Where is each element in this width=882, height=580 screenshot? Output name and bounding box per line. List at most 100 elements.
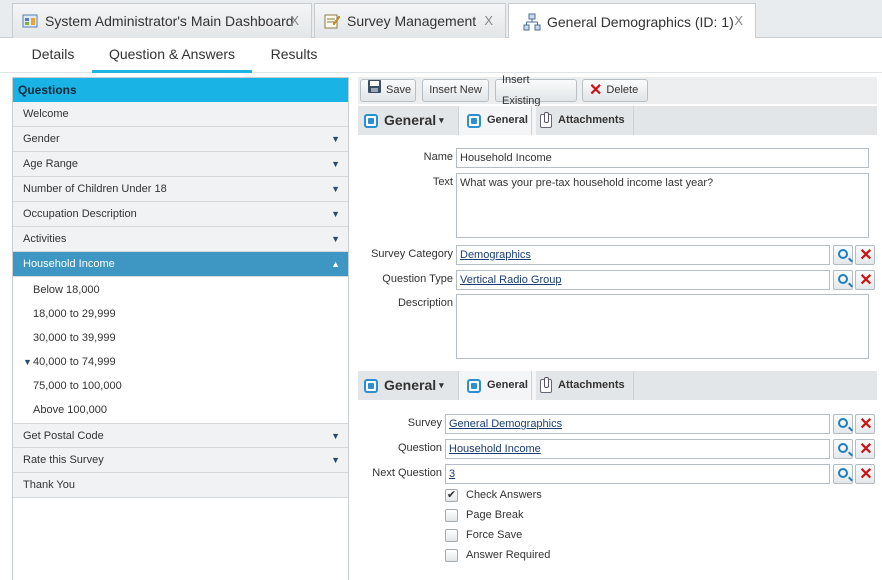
expand-arrow-icon[interactable]: ▼	[331, 177, 340, 201]
clear-button[interactable]: ✕	[855, 439, 875, 459]
tab-dashboard[interactable]: System Administrator's Main Dashboard X	[12, 3, 312, 38]
question-label: Activities	[23, 233, 67, 245]
dropdown-caret-icon[interactable]: ▾	[439, 371, 444, 400]
question-item[interactable]: Activities ▼	[13, 227, 348, 252]
name-field[interactable]: Household Income	[456, 148, 869, 168]
delete-label: Delete	[606, 84, 639, 96]
tab-attachments[interactable]: Attachments	[531, 371, 634, 400]
check-answers-row[interactable]: ✔ Check Answers	[445, 487, 542, 503]
tab-attachments-label: Attachments	[558, 379, 625, 391]
question-item[interactable]: Occupation Description ▼	[13, 202, 348, 227]
expand-arrow-icon[interactable]: ▼	[331, 202, 340, 226]
page-break-row[interactable]: Page Break	[445, 507, 523, 523]
tab-question-answers[interactable]: Question & Answers	[92, 38, 252, 73]
tab-survey-management[interactable]: Survey Management X	[314, 3, 506, 38]
expand-arrow-icon[interactable]: ▼	[331, 152, 340, 176]
sub-tab-bar: Details Question & Answers Results	[0, 38, 882, 73]
next-question-field[interactable]: 3	[445, 464, 830, 484]
search-button[interactable]	[833, 245, 853, 265]
description-field[interactable]	[456, 294, 869, 359]
section-title-text: General	[384, 377, 437, 393]
answer-item[interactable]: Below 18,000	[13, 278, 348, 302]
search-button[interactable]	[833, 439, 853, 459]
section-title[interactable]: General ▾	[364, 371, 444, 400]
dashboard-icon	[21, 12, 39, 30]
tab-label: Survey Management	[347, 13, 477, 29]
survey-category-field[interactable]: Demographics	[456, 245, 830, 265]
red-x-icon: ✕	[859, 247, 873, 264]
clear-button[interactable]: ✕	[855, 414, 875, 434]
page-break-checkbox[interactable]	[445, 508, 458, 522]
answer-required-checkbox[interactable]	[445, 548, 458, 562]
search-button[interactable]	[833, 270, 853, 290]
expand-arrow-icon[interactable]: ▼	[331, 127, 340, 151]
question-item[interactable]: Gender ▼	[13, 127, 348, 152]
question-label: Household Income	[23, 258, 115, 270]
dropdown-caret-icon[interactable]: ▾	[439, 106, 444, 135]
collapse-arrow-icon[interactable]: ▲	[331, 252, 340, 276]
expand-arrow-icon[interactable]: ▼	[331, 448, 340, 472]
save-button[interactable]: Save	[360, 79, 416, 102]
text-field[interactable]: What was your pre-tax household income l…	[456, 173, 869, 238]
force-save-checkbox[interactable]	[445, 528, 458, 542]
answer-required-row[interactable]: Answer Required	[445, 547, 550, 563]
question-item[interactable]: Age Range ▼	[13, 152, 348, 177]
tab-general-demographics[interactable]: General Demographics (ID: 1) X	[508, 3, 756, 39]
hierarchy-icon	[523, 13, 541, 31]
answer-item[interactable]: 18,000 to 29,999	[13, 302, 348, 326]
tab-general[interactable]: General	[458, 371, 536, 400]
question-item[interactable]: Number of Children Under 18 ▼	[13, 177, 348, 202]
question-item[interactable]: Get Postal Code ▼	[13, 423, 348, 448]
toolbar: Save Insert New Insert Existing ✕ Delete	[358, 74, 877, 107]
insert-existing-button[interactable]: Insert Existing	[495, 74, 577, 107]
question-item-selected[interactable]: Household Income ▲	[13, 252, 348, 277]
clear-button[interactable]: ✕	[855, 464, 875, 484]
question-item[interactable]: Welcome	[13, 102, 348, 127]
expand-arrow-icon[interactable]: ▼	[331, 227, 340, 251]
red-x-icon: ✕	[859, 272, 873, 289]
check-answers-checkbox[interactable]: ✔	[445, 488, 458, 502]
next-question-label: Next Question	[372, 467, 442, 479]
tab-details[interactable]: Details	[14, 38, 92, 73]
tab-attachments[interactable]: Attachments	[531, 106, 634, 135]
search-button[interactable]	[833, 464, 853, 484]
questions-panel: Questions Welcome Gender ▼ Age Range ▼ N…	[12, 77, 349, 580]
tab-attachments-label: Attachments	[558, 114, 625, 126]
question-label: Number of Children Under 18	[23, 183, 167, 195]
search-button[interactable]	[833, 414, 853, 434]
survey-category-label: Survey Category	[371, 248, 453, 260]
tab-general[interactable]: General	[458, 106, 536, 135]
red-x-icon: ✕	[589, 81, 603, 99]
survey-field[interactable]: General Demographics	[445, 414, 830, 434]
close-icon[interactable]: X	[484, 13, 493, 28]
answer-item[interactable]: ▼ 40,000 to 74,999	[13, 350, 348, 374]
clear-button[interactable]: ✕	[855, 270, 875, 290]
page-break-label: Page Break	[466, 509, 524, 521]
question-item[interactable]: Rate this Survey ▼	[13, 448, 348, 473]
answer-label: 30,000 to 39,999	[33, 332, 116, 344]
tab-results[interactable]: Results	[256, 38, 332, 73]
answer-item[interactable]: Above 100,000	[13, 398, 348, 423]
delete-button[interactable]: ✕ Delete	[582, 79, 648, 102]
answer-item[interactable]: 75,000 to 100,000	[13, 374, 348, 398]
answer-required-label: Answer Required	[466, 549, 551, 561]
force-save-row[interactable]: Force Save	[445, 527, 522, 543]
clear-button[interactable]: ✕	[855, 245, 875, 265]
close-icon[interactable]: X	[734, 13, 743, 28]
survey-label: Survey	[407, 417, 442, 429]
question-item[interactable]: Thank You	[13, 473, 348, 498]
general-tab-icon	[467, 113, 481, 128]
close-icon[interactable]: X	[290, 13, 299, 28]
search-icon	[838, 249, 848, 259]
expand-arrow-icon[interactable]: ▼	[331, 424, 340, 448]
expand-arrow-icon[interactable]: ▼	[23, 350, 32, 374]
section-title[interactable]: General ▾	[364, 106, 444, 135]
answer-label: Below 18,000	[33, 284, 100, 296]
question-type-field[interactable]: Vertical Radio Group	[456, 270, 830, 290]
question-field[interactable]: Household Income	[445, 439, 830, 459]
tab-label: General Demographics (ID: 1)	[547, 13, 734, 30]
question-label: Rate this Survey	[23, 454, 104, 466]
insert-new-button[interactable]: Insert New	[422, 79, 489, 102]
answer-item[interactable]: 30,000 to 39,999	[13, 326, 348, 350]
question-label: Age Range	[23, 158, 79, 170]
